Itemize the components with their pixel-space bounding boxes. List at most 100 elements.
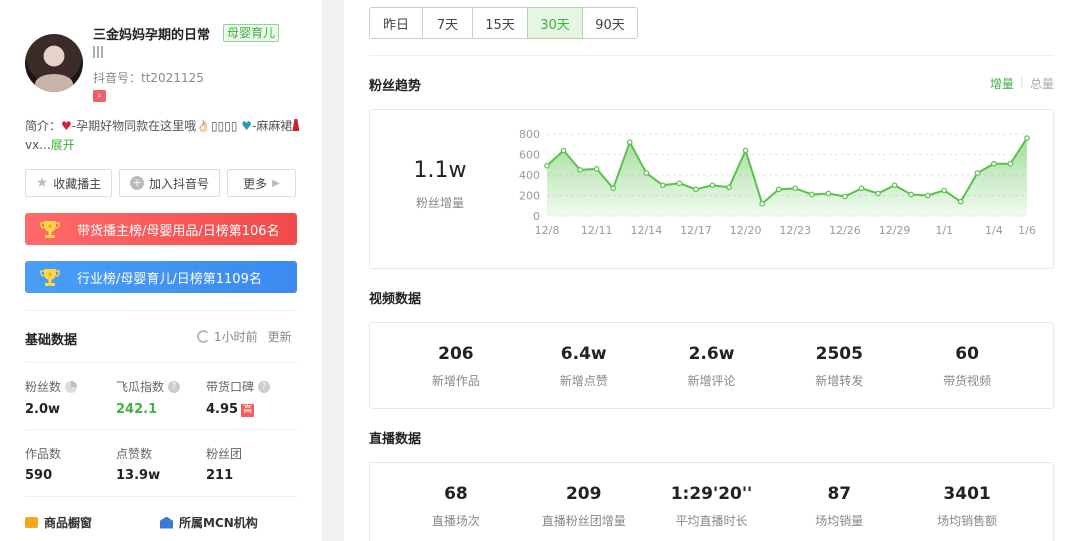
feigua-index-label: 飞瓜指数 ? <box>116 378 181 395</box>
x-tick-label: 1/1 <box>935 224 953 237</box>
update-time: 1小时前 <box>214 330 258 344</box>
basic-data-title: 基础数据 <box>25 333 78 348</box>
range-tabs: 昨日 7天 15天 30天 90天 <box>369 7 638 39</box>
works-count-label: 作品数 <box>25 447 62 461</box>
works-count-value: 590 <box>25 468 53 483</box>
metric-avg-sales-volume: 87 场均销量 <box>775 463 903 541</box>
data-point <box>726 184 732 191</box>
metric-label: 场均销量 <box>815 514 864 528</box>
toggle-increment[interactable]: 增量 <box>990 75 1014 92</box>
data-point <box>825 190 832 197</box>
divider <box>25 496 297 497</box>
data-point <box>792 185 799 192</box>
data-point <box>544 162 550 169</box>
shop-window-link[interactable]: 商品橱窗 <box>25 514 92 531</box>
fans-trend-chart[interactable]: 800 600 400 200 012/8 12/11 12/14 12/17 12/20 12/… <box>370 110 1055 270</box>
tab-90d[interactable]: 90天 <box>582 7 638 39</box>
industry-rank-banner[interactable]: ★ 行业榜/母婴育儿/日榜第1109名 <box>25 261 297 293</box>
data-point <box>908 191 914 198</box>
fans-count-value: 2.0w <box>25 402 61 417</box>
intro-text-3: vx... <box>25 138 51 152</box>
data-point <box>775 186 782 193</box>
fans-count-label: 粉丝数 <box>25 378 78 395</box>
mcn-link[interactable]: 所属MCN机构 <box>160 514 258 531</box>
metric-new-shares: 2505 新增转发 <box>775 323 903 408</box>
data-point <box>693 186 699 193</box>
metric-label: 场均销售额 <box>937 514 998 528</box>
data-point <box>957 198 964 205</box>
fans-trend-title: 粉丝趋势 <box>369 79 422 94</box>
metric-value: 2505 <box>815 344 863 364</box>
live-data-title: 直播数据 <box>369 432 422 447</box>
fan-club-value: 211 <box>206 468 234 483</box>
tab-30d[interactable]: 30天 <box>527 7 583 39</box>
plus-icon: + <box>129 176 144 190</box>
data-panel: 昨日 7天 15天 30天 90天 粉丝趋势 增量 | 总量 1.1w 粉丝增量… <box>344 0 1066 541</box>
x-tick-label: 12/14 <box>630 224 662 237</box>
metric-new-likes: 6.4w 新增点赞 <box>520 323 648 408</box>
tab-7d[interactable]: 7天 <box>422 7 473 39</box>
y-tick-label: 400 <box>519 169 540 182</box>
update-control[interactable]: 1小时前 更新 <box>197 328 292 345</box>
douyin-id: 抖音号：tt2021125 <box>93 71 204 85</box>
area-fill <box>547 138 1027 216</box>
metric-label: 新增转发 <box>815 374 864 388</box>
update-button[interactable]: 更新 <box>268 328 292 345</box>
x-tick-label: 12/8 <box>535 224 560 237</box>
feigua-label-text: 飞瓜指数 <box>116 380 165 394</box>
data-point <box>742 147 749 154</box>
x-tick-label: 1/4 <box>985 224 1003 237</box>
shop-icon <box>25 517 38 528</box>
divider <box>25 429 297 430</box>
data-point <box>560 147 567 154</box>
data-point <box>842 193 848 200</box>
help-icon[interactable]: ? <box>258 380 271 393</box>
metric-value: 87 <box>827 484 852 504</box>
chevron-right-icon: ▶ <box>272 177 280 189</box>
goods-rank-banner[interactable]: ★ 带货播主榜/母婴用品/日榜第106名 <box>25 213 297 245</box>
metric-new-comments: 2.6w 新增评论 <box>648 323 776 408</box>
data-point <box>891 182 898 189</box>
metric-value: 209 <box>565 484 602 504</box>
shop-label: 商品橱窗 <box>44 516 93 530</box>
x-tick-label: 1/6 <box>1018 224 1036 237</box>
metric-label: 新增点赞 <box>559 374 608 388</box>
metric-label: 新增评论 <box>687 374 736 388</box>
x-tick-label: 12/29 <box>879 224 911 237</box>
add-account-button[interactable]: + 加入抖音号 <box>119 169 220 197</box>
divider <box>369 55 1054 56</box>
profile-panel: 三金妈妈孕期的日常 母婴育儿 抖音号：tt2021125 ⌕ 简介：♥-孕期好物… <box>0 0 322 541</box>
category-tag: 母婴育儿 <box>223 24 280 42</box>
metric-avg-live-duration: 1:29'20'' 平均直播时长 <box>648 463 776 541</box>
svg-text:★: ★ <box>47 271 52 278</box>
expand-link[interactable]: 展开 <box>51 138 75 152</box>
data-point <box>924 192 931 199</box>
high-badge: 高 <box>241 404 255 417</box>
refresh-icon <box>197 330 210 343</box>
data-point <box>577 167 583 173</box>
reputation-label: 带货口碑 ? <box>206 378 271 395</box>
goods-rank-label: 带货播主榜/母婴用品/日榜第106名 <box>77 223 280 239</box>
more-button[interactable]: 更多 ▶ <box>227 169 296 197</box>
tab-15d[interactable]: 15天 <box>472 7 528 39</box>
pie-chart-icon[interactable] <box>65 380 78 393</box>
feigua-index-value: 242.1 <box>116 402 158 417</box>
add-label: 加入抖音号 <box>148 176 209 191</box>
more-label: 更多 <box>243 176 268 191</box>
help-icon[interactable]: ? <box>168 380 181 393</box>
metric-value: 68 <box>444 484 468 504</box>
favorite-label: 收藏播主 <box>53 176 102 191</box>
intro-text-2: -麻麻裙 <box>252 119 293 133</box>
avatar[interactable] <box>25 34 83 92</box>
divider <box>25 362 297 363</box>
favorite-button[interactable]: ★ 收藏播主 <box>25 169 112 197</box>
data-point <box>991 160 997 167</box>
data-point <box>1024 135 1030 141</box>
profile-name[interactable]: 三金妈妈孕期的日常 <box>93 24 210 43</box>
tab-yesterday[interactable]: 昨日 <box>369 7 423 39</box>
fans-trend-card: 1.1w 粉丝增量 800 600 400 200 0 12/8 12/11 12/14 12/… <box>369 109 1054 269</box>
search-icon[interactable]: ⌕ <box>93 90 106 102</box>
data-point <box>759 200 765 207</box>
toggle-total[interactable]: 总量 <box>1030 75 1054 92</box>
qr-code-icon[interactable] <box>93 46 105 58</box>
